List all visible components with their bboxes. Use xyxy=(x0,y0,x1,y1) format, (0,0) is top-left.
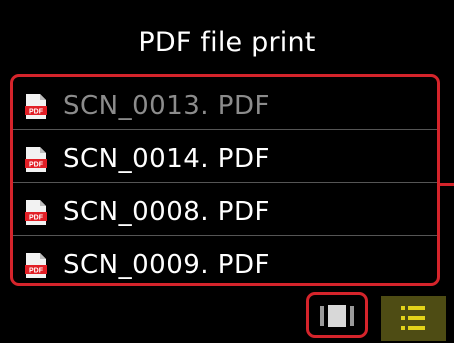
svg-text:PDF: PDF xyxy=(29,109,44,116)
bottom-bar xyxy=(0,292,454,343)
svg-text:PDF: PDF xyxy=(29,215,44,222)
callout-connector xyxy=(440,183,454,186)
file-row[interactable]: PDF SCN_0014. PDF xyxy=(13,133,437,183)
file-list[interactable]: PDF SCN_0013. PDF PDF SCN_0014. PDF PDF … xyxy=(10,74,440,286)
file-name: SCN_0009. PDF xyxy=(63,250,270,280)
svg-text:PDF: PDF xyxy=(29,162,44,169)
list-view-icon xyxy=(401,306,425,330)
thumbnail-view-icon xyxy=(320,305,354,327)
screen-title: PDF file print xyxy=(138,27,316,58)
list-view-button[interactable] xyxy=(381,296,446,341)
file-name: SCN_0014. PDF xyxy=(63,144,270,174)
file-row[interactable]: PDF SCN_0008. PDF xyxy=(13,186,437,236)
thumbnail-view-button[interactable] xyxy=(306,292,368,338)
svg-text:PDF: PDF xyxy=(29,268,44,275)
file-row[interactable]: PDF SCN_0013. PDF xyxy=(13,80,437,130)
file-name: SCN_0013. PDF xyxy=(63,91,270,121)
pdf-file-icon: PDF xyxy=(25,147,47,172)
pdf-file-icon: PDF xyxy=(25,200,47,225)
file-row[interactable]: PDF SCN_0009. PDF xyxy=(13,239,437,283)
pdf-file-icon: PDF xyxy=(25,253,47,278)
printer-screen: PDF file print PDF SCN_0013. PDF PDF SCN… xyxy=(0,0,454,343)
file-name: SCN_0008. PDF xyxy=(63,197,270,227)
pdf-file-icon: PDF xyxy=(25,94,47,119)
